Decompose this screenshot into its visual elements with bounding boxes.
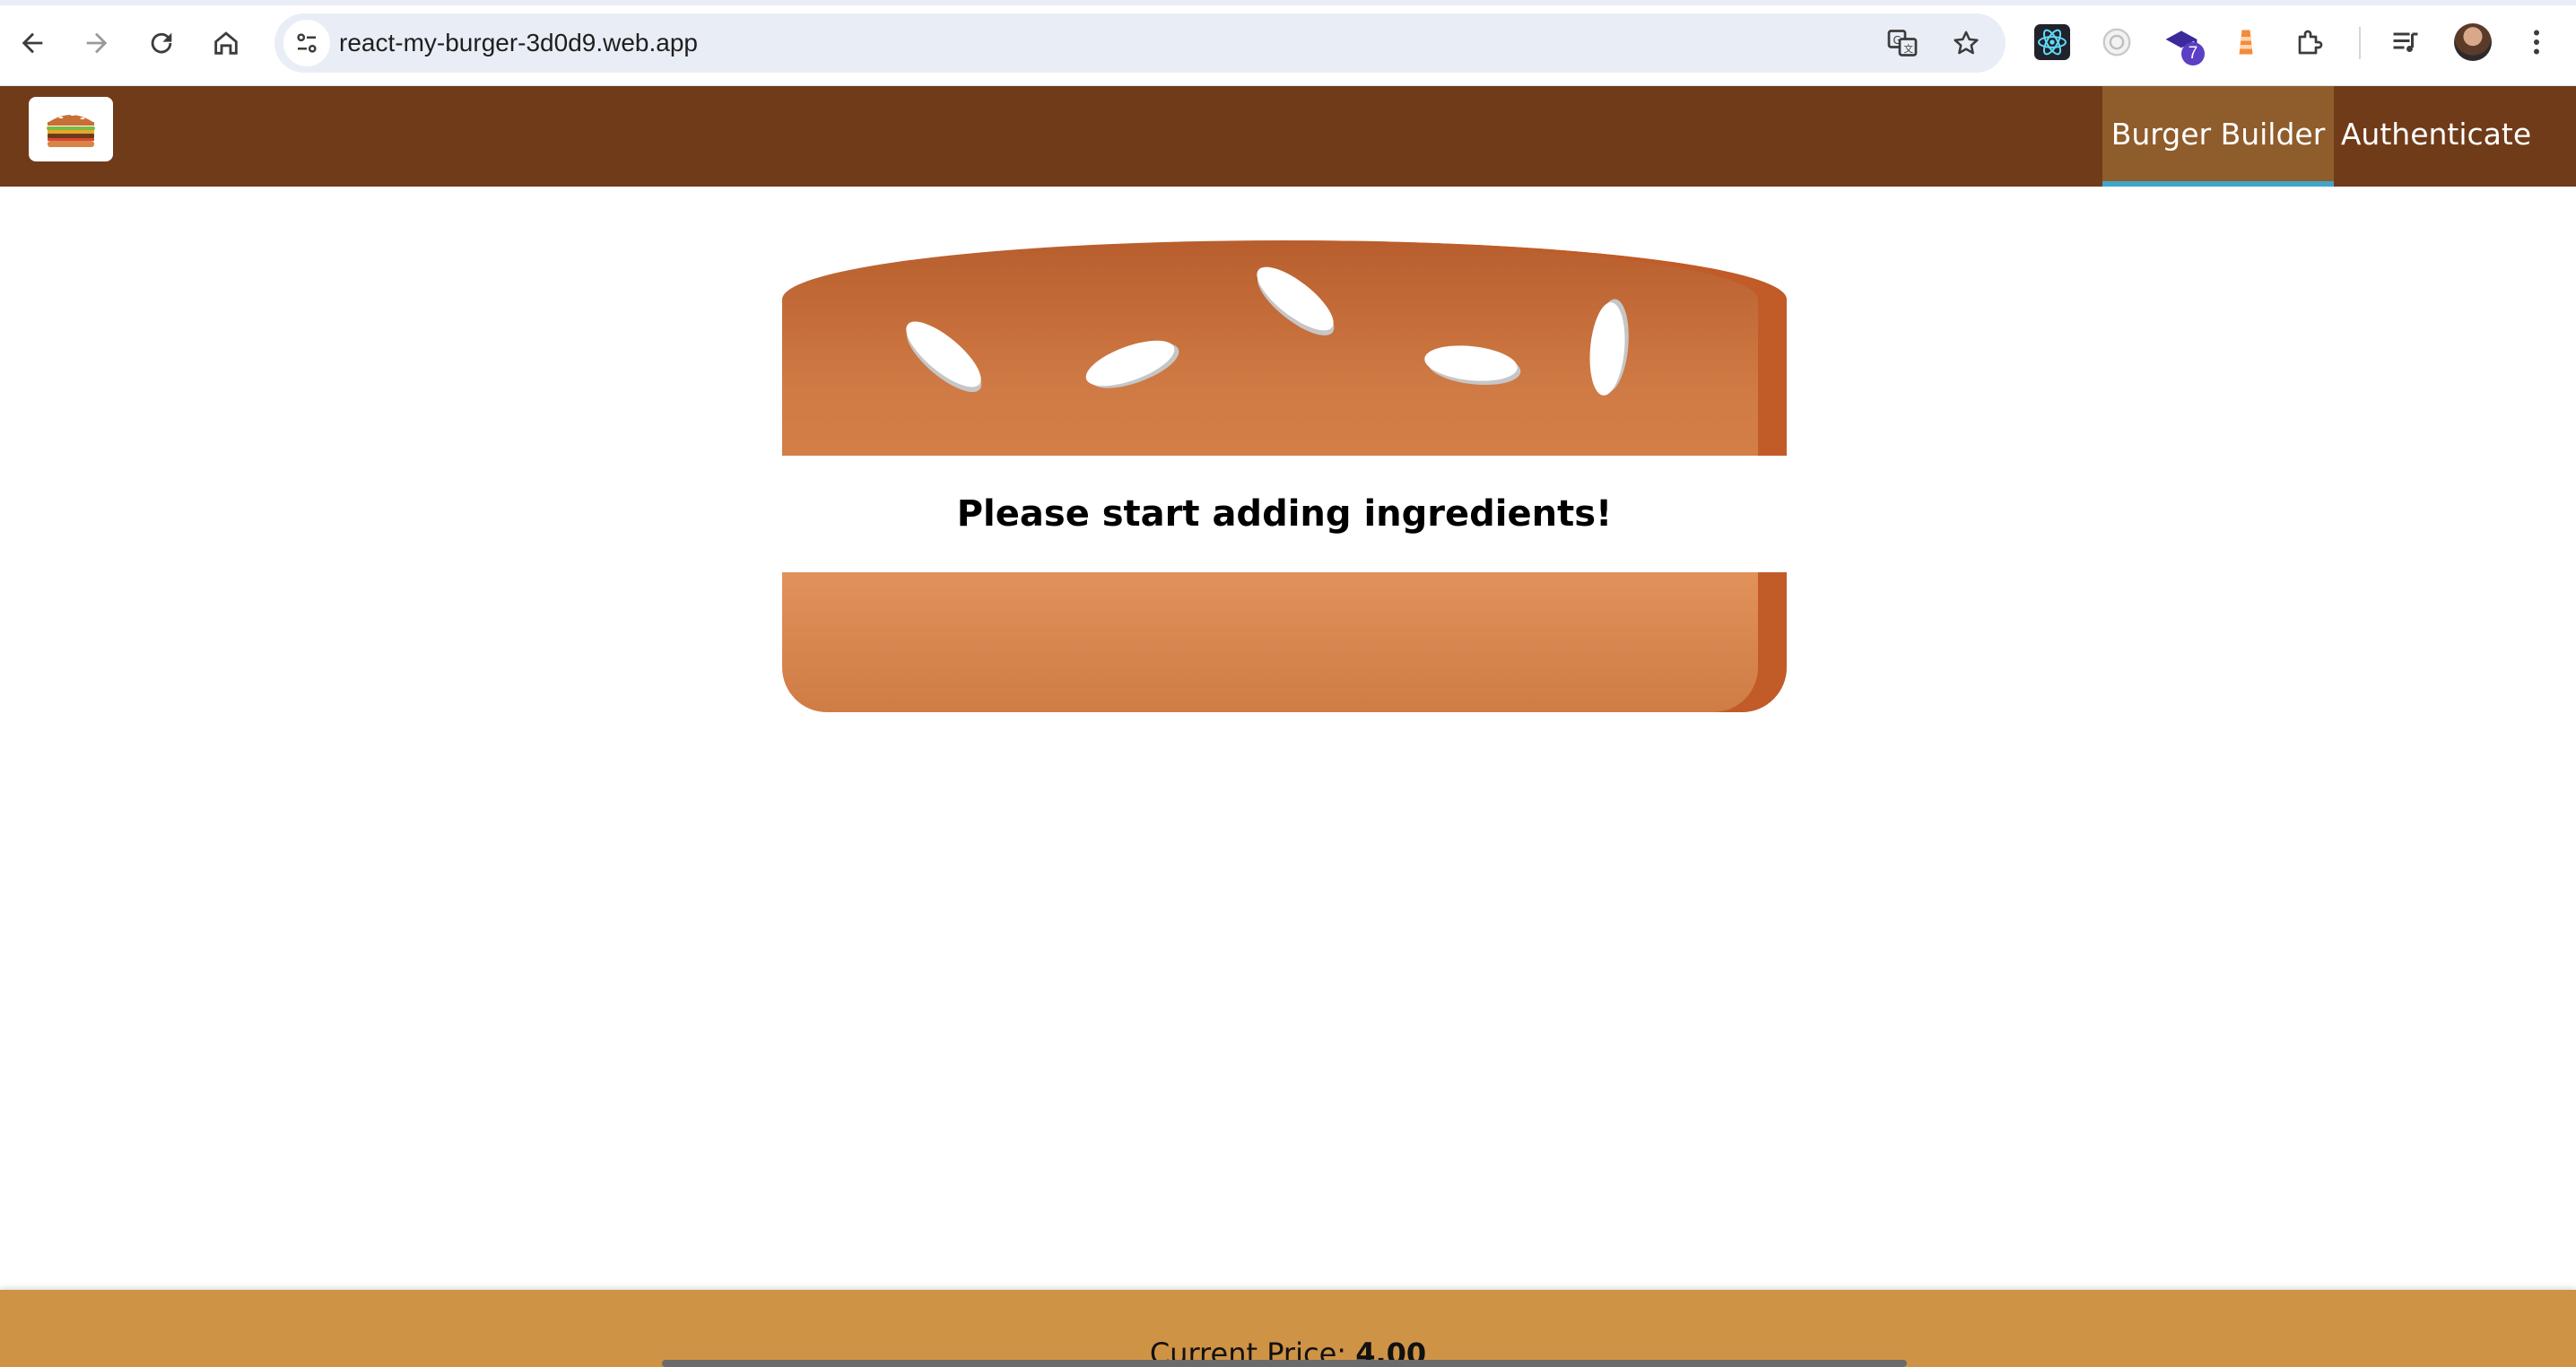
empty-burger-message: Please start adding ingredients!: [782, 456, 1787, 572]
extension-lighthouse-icon[interactable]: [2226, 22, 2266, 62]
extension-graduation-icon[interactable]: 7: [2162, 22, 2205, 65]
bookmark-star-icon[interactable]: [1948, 25, 1984, 61]
empty-burger-text: Please start adding ingredients!: [956, 493, 1613, 535]
media-controls-icon[interactable]: [2386, 22, 2425, 62]
bread-bottom: [782, 572, 1787, 712]
tune-icon: [297, 33, 317, 53]
site-info-button[interactable]: [283, 20, 330, 66]
sesame-seed: [1080, 331, 1180, 396]
nav-item-burger-builder[interactable]: Burger Builder: [2102, 86, 2334, 187]
react-devtools-icon[interactable]: [2032, 22, 2072, 62]
tab-strip-edge: [0, 0, 2576, 5]
forward-button[interactable]: [74, 20, 120, 66]
burger-preview: Please start adding ingredients!: [782, 240, 1787, 712]
burger-logo[interactable]: [29, 97, 113, 161]
extensions-puzzle-icon[interactable]: [2291, 22, 2330, 62]
url-text[interactable]: react-my-burger-3d0d9.web.app: [339, 13, 698, 73]
toolbar-separator: [2359, 27, 2361, 59]
translate-icon[interactable]: G文: [1884, 25, 1920, 61]
build-controls: Current Price: 4.00: [0, 1290, 2576, 1367]
profile-avatar[interactable]: [2454, 23, 2492, 61]
arrow-right-icon: [86, 32, 108, 54]
sesame-seed: [1586, 300, 1629, 397]
nav-item-authenticate[interactable]: Authenticate: [2334, 86, 2538, 187]
home-icon: [214, 31, 238, 55]
extension-badge: 7: [2181, 42, 2205, 65]
svg-text:文: 文: [1904, 43, 1914, 55]
home-button[interactable]: [203, 20, 249, 66]
more-menu-icon[interactable]: [2517, 22, 2556, 62]
sesame-seed: [1248, 257, 1343, 341]
horizontal-scrollbar[interactable]: [662, 1360, 1907, 1367]
extension-circle-icon[interactable]: [2097, 22, 2137, 62]
back-button[interactable]: [9, 20, 56, 66]
app-toolbar: Burger Builder Authenticate: [0, 86, 2576, 187]
sesame-seed: [896, 311, 991, 397]
sesame-seed: [1423, 341, 1519, 386]
address-bar[interactable]: react-my-burger-3d0d9.web.app G文: [274, 13, 2006, 73]
burger-logo-icon: [47, 114, 95, 147]
bread-top: [782, 240, 1787, 456]
svg-text:G: G: [1893, 34, 1902, 47]
reload-icon: [151, 32, 172, 54]
browser-chrome: react-my-burger-3d0d9.web.app G文 7: [0, 0, 2576, 86]
reload-button[interactable]: [138, 20, 185, 66]
arrow-left-icon: [22, 32, 43, 54]
